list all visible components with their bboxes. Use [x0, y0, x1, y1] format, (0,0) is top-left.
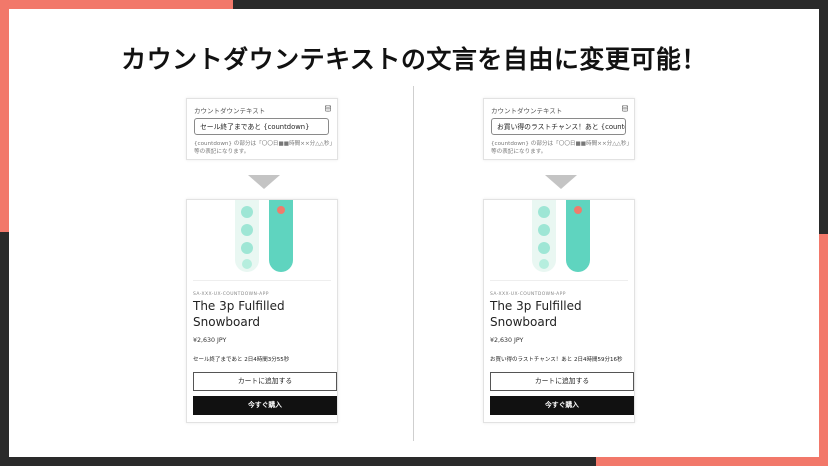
snowboard-image — [235, 200, 293, 272]
product-title: The 3p Fulfilled Snowboard — [193, 299, 285, 329]
product-image — [187, 200, 337, 280]
product-title: The 3p Fulfilled Snowboard — [490, 299, 582, 329]
product-vendor: SA-XXX-UX-COUNTDOWN-APP — [490, 292, 566, 297]
buy-now-button[interactable]: 今すぐ購入 — [490, 396, 634, 415]
image-separator — [193, 280, 331, 281]
product-card: SA-XXX-UX-COUNTDOWN-APP The 3p Fulfilled… — [483, 199, 635, 423]
setting-help-text: {countdown} の部分は「〇〇日■■時間××分△△秒」等の表記になります… — [491, 141, 630, 155]
add-to-cart-button[interactable]: カートに追加する — [490, 372, 634, 391]
product-price: ¥2,630 JPY — [490, 337, 524, 344]
countdown-setting-box: カウントダウンテキスト セール終了まであと {countdown} {count… — [186, 98, 338, 160]
database-icon[interactable] — [622, 105, 628, 112]
image-separator — [490, 280, 628, 281]
countdown-setting-box: カウントダウンテキスト お買い得のラストチャンス！あと {countdown} … — [483, 98, 635, 160]
database-icon[interactable] — [325, 105, 331, 112]
setting-help-text: {countdown} の部分は「〇〇日■■時間××分△△秒」等の表記になります… — [194, 141, 333, 155]
countdown-text: セール終了まであと 2日4時間3分55秒 — [193, 357, 290, 363]
setting-title: カウントダウンテキスト — [491, 107, 563, 115]
down-arrow-icon — [545, 175, 577, 189]
product-card: SA-XXX-UX-COUNTDOWN-APP The 3p Fulfilled… — [186, 199, 338, 423]
product-image — [484, 200, 634, 280]
snowboard-image — [532, 200, 590, 272]
divider — [413, 86, 414, 441]
setting-title: カウントダウンテキスト — [194, 107, 266, 115]
countdown-text-input[interactable]: セール終了まであと {countdown} — [194, 118, 329, 135]
product-vendor: SA-XXX-UX-COUNTDOWN-APP — [193, 292, 269, 297]
headline: カウントダウンテキストの文言を自由に変更可能！ — [121, 45, 707, 74]
product-price: ¥2,630 JPY — [193, 337, 227, 344]
buy-now-button[interactable]: 今すぐ購入 — [193, 396, 337, 415]
add-to-cart-button[interactable]: カートに追加する — [193, 372, 337, 391]
countdown-text: お買い得のラストチャンス！あと 2日4時間59分16秒 — [490, 357, 623, 363]
slide-card — [9, 9, 819, 457]
countdown-text-input[interactable]: お買い得のラストチャンス！あと {countdown} — [491, 118, 626, 135]
down-arrow-icon — [248, 175, 280, 189]
